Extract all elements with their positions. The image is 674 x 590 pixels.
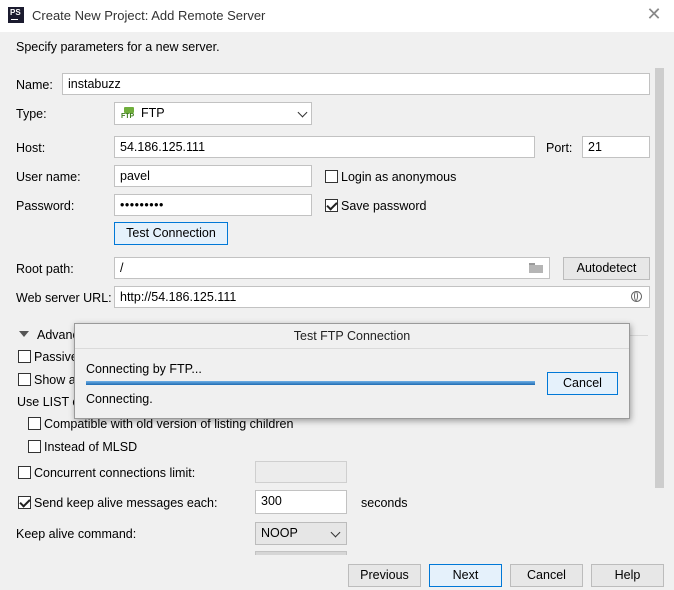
show-label: Show a [34,373,76,387]
instead-mlsd-checkbox[interactable] [28,440,41,453]
dialog-subtitle: Specify parameters for a new server. [16,40,220,54]
keepalive-cmd-value: NOOP [261,526,298,540]
keepalive-checkbox[interactable] [18,496,31,509]
chevron-down-icon [330,527,341,538]
host-label: Host: [16,141,46,155]
port-label: Port: [546,141,573,155]
root-path-input[interactable]: / [114,257,550,279]
chevron-down-icon [297,107,308,118]
password-label: Password: [16,199,75,213]
keepalive-interval-input[interactable]: 300 [255,490,347,514]
concurrent-input[interactable] [255,461,347,483]
close-icon[interactable]: ✕ [646,5,662,23]
previous-button[interactable]: Previous [348,564,421,587]
concurrent-checkbox[interactable] [18,466,31,479]
name-label: Name: [16,78,53,92]
web-url-label: Web server URL: [16,291,112,305]
instead-mlsd-label: Instead of MLSD [44,440,138,454]
keepalive-cmd-label: Keep alive command: [16,527,137,541]
type-label: Type: [16,107,47,121]
type-select[interactable]: FTP FTP [114,102,312,125]
phpstorm-app-icon: PS [8,7,24,23]
popup-cancel-button[interactable]: Cancel [547,372,618,395]
web-url-value: http://54.186.125.111 [120,290,237,304]
username-input[interactable]: pavel [114,165,312,187]
passive-label: Passive [34,350,78,364]
passive-checkbox[interactable] [18,350,31,363]
popup-status-bottom: Connecting. [86,392,153,406]
port-input[interactable]: 21 [582,136,650,158]
keepalive-label: Send keep alive messages each: [34,496,218,510]
save-password-checkbox[interactable] [325,199,338,212]
compat-checkbox[interactable] [28,417,41,430]
web-url-input[interactable]: http://54.186.125.111 [114,286,650,308]
popup-title: Test FTP Connection [75,324,629,349]
use-list-label: Use LIST c [17,395,79,409]
concurrent-label: Concurrent connections limit: [34,466,196,480]
name-input[interactable]: instabuzz [62,73,650,95]
password-input[interactable]: ••••••••• [114,194,312,216]
autodetect-button[interactable]: Autodetect [563,257,650,280]
ftp-icon: FTP [121,107,137,121]
popup-status-top: Connecting by FTP... [86,362,202,376]
root-path-label: Root path: [16,262,74,276]
title-bar: PS Create New Project: Add Remote Server… [0,0,674,32]
help-button[interactable]: Help [591,564,664,587]
partial-field [255,551,347,555]
next-button[interactable]: Next [429,564,502,587]
advanced-header[interactable]: Advanc [37,328,79,342]
show-checkbox[interactable] [18,373,31,386]
compat-label: Compatible with old version of listing c… [44,417,294,431]
keepalive-unit: seconds [361,496,408,510]
anonymous-checkbox[interactable] [325,170,338,183]
scrollbar-thumb[interactable] [655,68,664,488]
type-select-value: FTP [141,106,165,120]
save-password-label: Save password [341,199,427,213]
cancel-button[interactable]: Cancel [510,564,583,587]
globe-icon[interactable] [631,291,642,302]
host-input[interactable]: 54.186.125.111 [114,136,535,158]
app-icon-text: PS [10,8,21,17]
keepalive-cmd-select[interactable]: NOOP [255,522,347,545]
progress-bar [86,381,535,385]
folder-icon[interactable] [529,263,543,273]
window-title: Create New Project: Add Remote Server [32,8,266,23]
anonymous-label: Login as anonymous [341,170,457,184]
test-connection-button[interactable]: Test Connection [114,222,228,245]
test-ftp-connection-dialog: Test FTP Connection Connecting by FTP...… [74,323,630,419]
collapse-triangle-icon[interactable] [19,331,29,337]
username-label: User name: [16,170,81,184]
root-path-value: / [120,261,124,275]
